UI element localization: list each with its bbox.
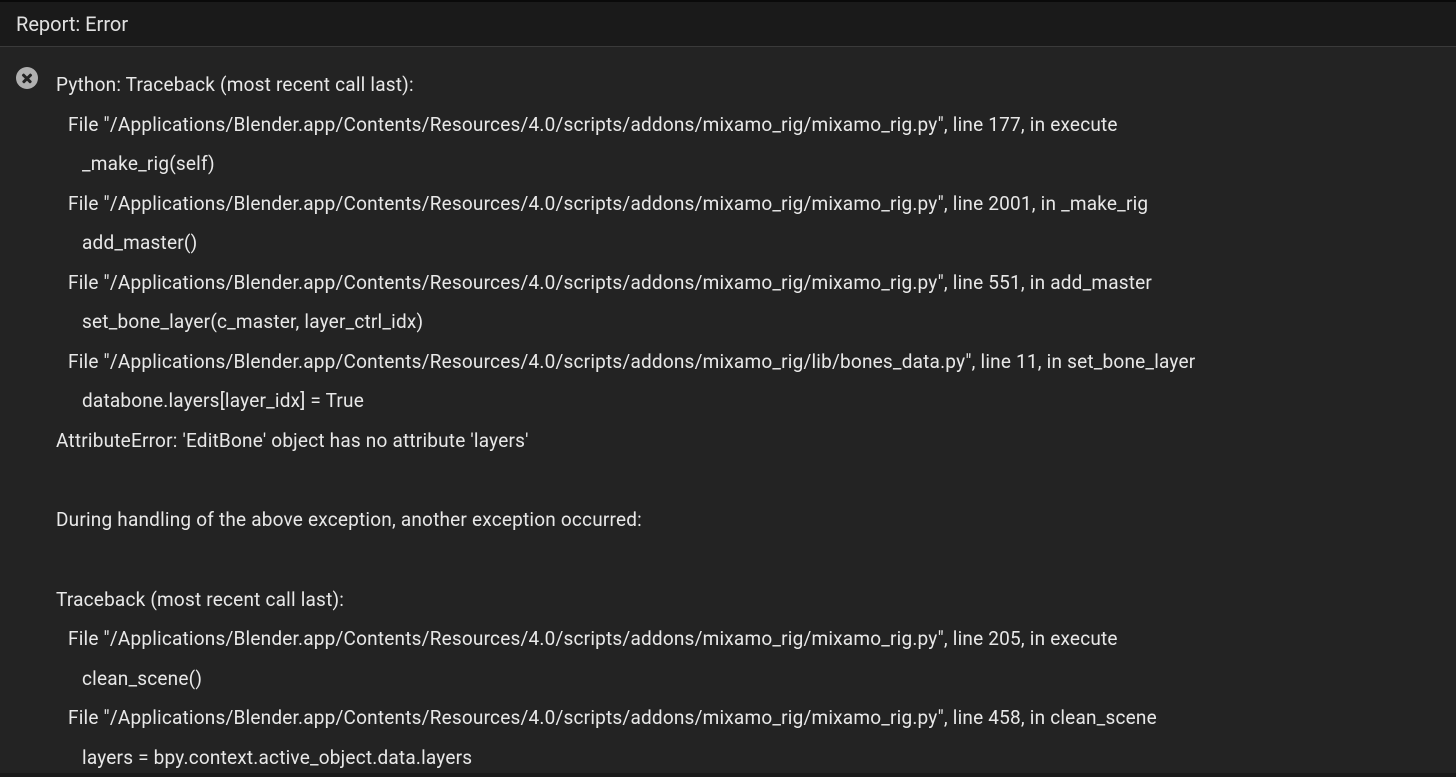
- traceback-line: set_bone_layer(c_master, layer_ctrl_idx): [56, 302, 1440, 342]
- icon-column: [16, 65, 56, 89]
- traceback-line: File "/Applications/Blender.app/Contents…: [56, 698, 1440, 738]
- report-title: Report: Error: [16, 12, 128, 36]
- traceback-line: Python: Traceback (most recent call last…: [56, 65, 1440, 105]
- report-header: Report: Error: [0, 0, 1456, 47]
- traceback-line: During handling of the above exception, …: [56, 500, 1440, 540]
- traceback-line: [56, 540, 1440, 580]
- traceback-line: _make_rig(self): [56, 144, 1440, 184]
- traceback-line: [56, 460, 1440, 500]
- traceback-line: File "/Applications/Blender.app/Contents…: [56, 342, 1440, 382]
- traceback-line: clean_scene(): [56, 659, 1440, 699]
- traceback-line: add_master(): [56, 223, 1440, 263]
- traceback-line: AttributeError: 'EditBone' object has no…: [56, 421, 1440, 461]
- error-content: Python: Traceback (most recent call last…: [0, 47, 1456, 773]
- traceback-line: File "/Applications/Blender.app/Contents…: [56, 184, 1440, 224]
- traceback-line: layers = bpy.context.active_object.data.…: [56, 738, 1440, 777]
- traceback-line: databone.layers[layer_idx] = True: [56, 381, 1440, 421]
- error-icon: [16, 67, 38, 89]
- traceback-text: Python: Traceback (most recent call last…: [56, 65, 1440, 777]
- traceback-line: File "/Applications/Blender.app/Contents…: [56, 619, 1440, 659]
- traceback-line: Traceback (most recent call last):: [56, 580, 1440, 620]
- traceback-line: File "/Applications/Blender.app/Contents…: [56, 263, 1440, 303]
- traceback-line: File "/Applications/Blender.app/Contents…: [56, 105, 1440, 145]
